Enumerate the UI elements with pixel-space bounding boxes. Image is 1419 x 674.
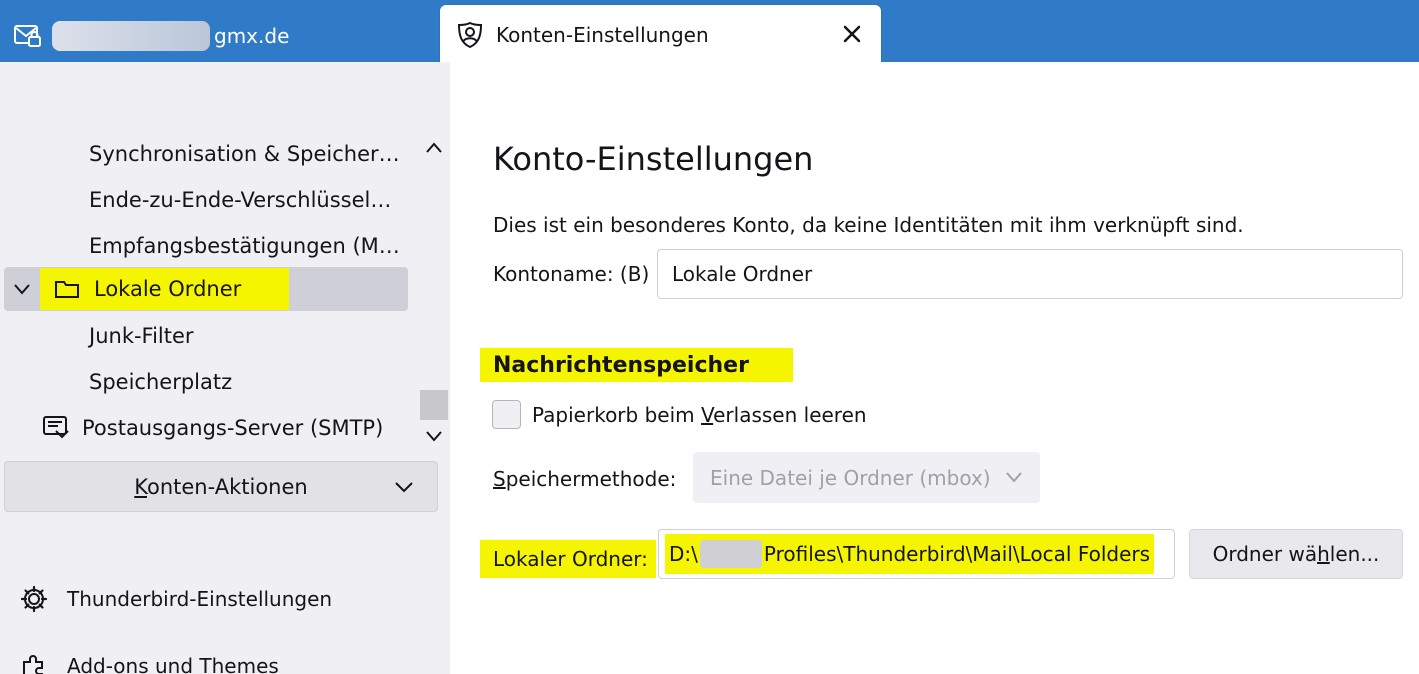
folder-icon <box>55 281 79 298</box>
sidebar-item-e2e-encryption[interactable]: Ende-zu-Ende-Verschlüssel… <box>0 178 410 222</box>
thunderbird-settings-link[interactable]: Thunderbird-Einstellungen <box>20 579 332 619</box>
local-folder-path-input[interactable]: D:\ Profiles\Thunderbird\Mail\Local Fold… <box>658 529 1175 579</box>
account-name-label: Kontoname: (B) <box>493 262 650 286</box>
scrollbar-thumb[interactable] <box>420 390 448 420</box>
choose-folder-label: Ordner wählen... <box>1212 542 1380 566</box>
footer-item-label: Add-ons und Themes <box>67 654 279 674</box>
choose-folder-button[interactable]: Ordner wählen... <box>1189 529 1403 579</box>
sidebar-item-smtp[interactable]: Postausgangs-Server (SMTP) <box>0 406 410 450</box>
account-name-input[interactable] <box>657 249 1403 299</box>
mail-account-name: gmx.de <box>52 21 290 51</box>
sidebar-item-junk-filter[interactable]: Junk-Filter <box>0 314 410 358</box>
mail-account-suffix: gmx.de <box>214 24 290 48</box>
sidebar-item-label: Synchronisation & Speicher… <box>89 142 400 166</box>
tab-mail-account[interactable]: gmx.de <box>0 0 440 62</box>
sidebar-item-label: Lokale Ordner <box>94 277 242 301</box>
sidebar-item-sync-storage[interactable]: Synchronisation & Speicher… <box>0 132 410 176</box>
chevron-down-icon <box>1006 472 1022 483</box>
main-content: Konto-Einstellungen Dies ist ein besonde… <box>450 62 1419 674</box>
highlight-local-folders: Lokale Ordner <box>40 268 290 310</box>
storage-method-select: Eine Datei je Ordner (mbox) <box>693 452 1040 503</box>
chevron-down-icon[interactable] <box>12 279 32 299</box>
tab-account-settings[interactable]: Konten-Einstellungen <box>440 5 881 62</box>
account-actions-label: Konten-Aktionen <box>134 474 308 499</box>
sidebar: Synchronisation & Speicher… Ende-zu-Ende… <box>0 62 450 674</box>
mail-account-icon <box>14 25 41 47</box>
sidebar-item-label: Postausgangs-Server (SMTP) <box>82 416 384 440</box>
sidebar-item-label: Junk-Filter <box>89 324 194 348</box>
redacted-area <box>699 540 762 568</box>
sidebar-item-label: Speicherplatz <box>89 370 233 394</box>
storage-method-value: Eine Datei je Ordner (mbox) <box>710 465 991 490</box>
account-actions-button[interactable]: Konten-Aktionen <box>4 461 438 512</box>
chevron-down-icon <box>395 482 413 493</box>
sidebar-item-label: Ende-zu-Ende-Verschlüssel… <box>89 188 392 212</box>
sidebar-item-label: Empfangsbestätigungen (M… <box>89 234 400 258</box>
local-folder-path-value: D:\ Profiles\Thunderbird\Mail\Local Fold… <box>665 534 1155 574</box>
account-tree: Synchronisation & Speicher… Ende-zu-Ende… <box>0 130 420 460</box>
smtp-server-icon <box>43 416 69 439</box>
account-settings-icon <box>457 21 483 49</box>
tab-title: Konten-Einstellungen <box>496 23 709 47</box>
sidebar-item-return-receipts[interactable]: Empfangsbestätigungen (M… <box>0 224 410 268</box>
storage-method-label: Speichermethode: <box>493 467 677 491</box>
footer-item-label: Thunderbird-Einstellungen <box>67 587 333 611</box>
empty-trash-on-exit-checkbox[interactable]: Papierkorb beim Verlassen leeren <box>492 400 867 429</box>
page-title: Konto-Einstellungen <box>493 140 814 178</box>
sidebar-item-disk-space[interactable]: Speicherplatz <box>0 360 410 404</box>
local-folder-label: Lokaler Ordner: <box>480 540 656 578</box>
checkbox-box[interactable] <box>492 400 521 429</box>
gear-icon <box>20 585 48 613</box>
addons-themes-link[interactable]: Add-ons und Themes <box>20 646 279 674</box>
redacted-area <box>52 21 210 51</box>
tab-bar: gmx.de Konten-Einstellungen <box>0 0 1419 62</box>
puzzle-icon <box>23 655 43 674</box>
empty-trash-label: Papierkorb beim Verlassen leeren <box>532 402 867 427</box>
sidebar-item-local-folders[interactable]: Lokale Ordner <box>4 267 408 311</box>
account-description: Dies ist ein besonderes Konto, da keine … <box>493 213 1244 237</box>
scroll-down-chevron-down-icon[interactable] <box>424 426 444 446</box>
close-icon[interactable] <box>840 22 864 46</box>
scroll-up-chevron-up-icon[interactable] <box>424 138 444 158</box>
message-storage-heading: Nachrichtenspeicher <box>480 348 793 382</box>
